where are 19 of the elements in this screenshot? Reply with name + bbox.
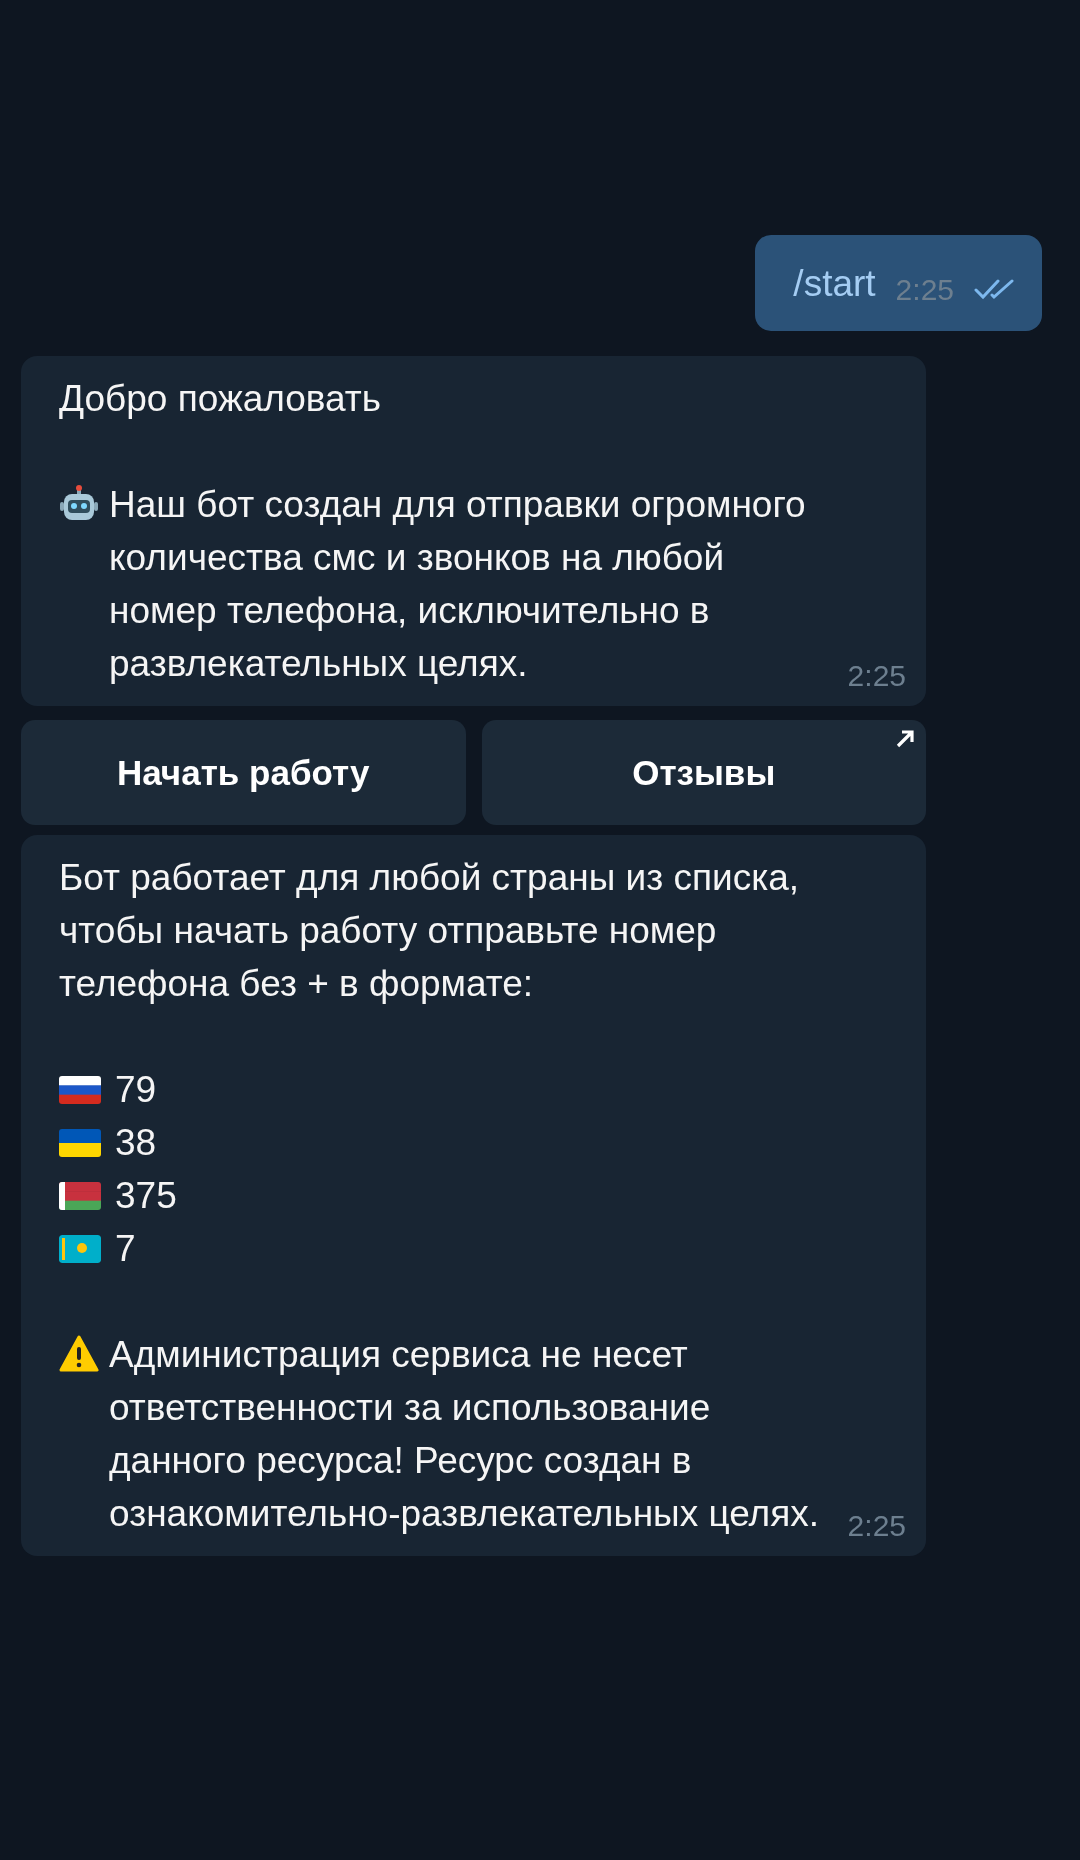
country-code: 38: [115, 1121, 157, 1165]
message-time: 2:25: [847, 658, 906, 694]
flag-icon: [59, 1075, 101, 1104]
message-text: Наш бот создан для отправки огромного количества смс и звонков на любой номер телефона, исключительно в развлекательных целях.: [109, 483, 807, 686]
country-code: 375: [115, 1174, 177, 1218]
message-time: 2:25: [895, 272, 954, 308]
message-text: /start: [793, 261, 876, 306]
inline-button[interactable]: Отзывы: [481, 720, 926, 825]
flag-icon: [59, 1234, 101, 1263]
message-text: Добро пожаловать: [59, 377, 382, 421]
message-time: 2:25: [847, 1508, 906, 1544]
flag-icon: [59, 1128, 101, 1157]
message-text: Бот работает для любой страны из списка, чтобы начать работу отправьте номер телефона без + в формате:: [59, 856, 800, 1006]
country-code: 79: [115, 1068, 157, 1112]
warning-icon: [59, 1334, 99, 1374]
flag-icon: [59, 1181, 101, 1210]
country-code: 7: [115, 1227, 136, 1271]
message-text: Администрация сервиса не несет ответственности за использование данного ресурса! Ресурс создан в ознакомительно-развлекательных целях.: [109, 1333, 821, 1536]
inline-button[interactable]: Начать работу: [21, 720, 466, 825]
